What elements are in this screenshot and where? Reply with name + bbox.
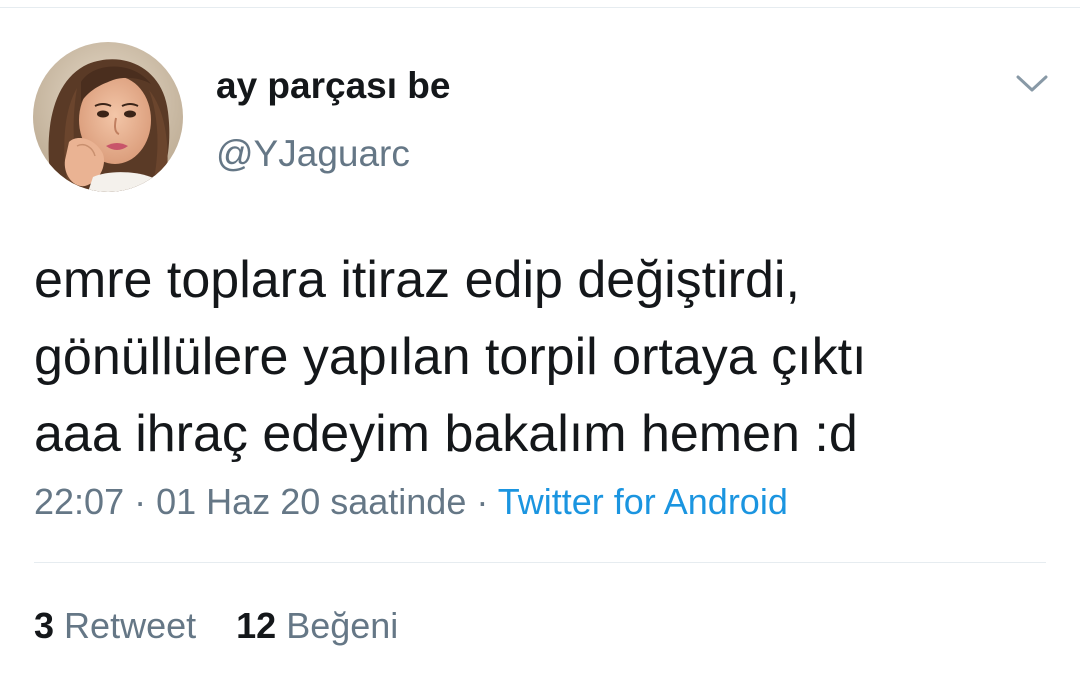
meta-separator: ·	[134, 481, 147, 522]
likes-stat[interactable]: 12 Beğeni	[236, 605, 398, 646]
avatar-image	[33, 42, 183, 192]
like-label: Beğeni	[286, 605, 399, 646]
meta-separator: ·	[476, 481, 489, 522]
chevron-down-icon	[1016, 75, 1048, 92]
tweet-text-line: emre toplara itiraz edip değiştirdi,	[34, 251, 800, 309]
tweet-source-link[interactable]: Twitter for Android	[498, 481, 788, 522]
retweet-count: 3	[34, 605, 55, 646]
tweet-text-line: aaa ihraç edeyim bakalım hemen :d	[34, 405, 858, 463]
more-options-button[interactable]	[1008, 62, 1056, 106]
tweet-text: emre toplara itiraz edip değiştirdi, gön…	[34, 242, 1054, 473]
username-handle[interactable]: @YJaguarc	[216, 132, 410, 176]
top-divider	[0, 7, 1080, 8]
tweet-time: 22:07	[34, 481, 125, 522]
retweet-label: Retweet	[64, 605, 197, 646]
stats-divider	[34, 562, 1046, 563]
tweet-meta: 22:07 · 01 Haz 20 saatinde · Twitter for…	[34, 480, 788, 524]
like-count: 12	[236, 605, 277, 646]
avatar[interactable]	[33, 42, 183, 192]
display-name[interactable]: ay parçası be	[216, 64, 450, 108]
retweets-stat[interactable]: 3 Retweet	[34, 605, 206, 646]
tweet-stats: 3 Retweet 12 Beğeni	[34, 604, 398, 648]
tweet-date: 01 Haz 20 saatinde	[156, 481, 467, 522]
tweet-text-line: gönüllülere yapılan torpil ortaya çıktı	[34, 328, 867, 386]
